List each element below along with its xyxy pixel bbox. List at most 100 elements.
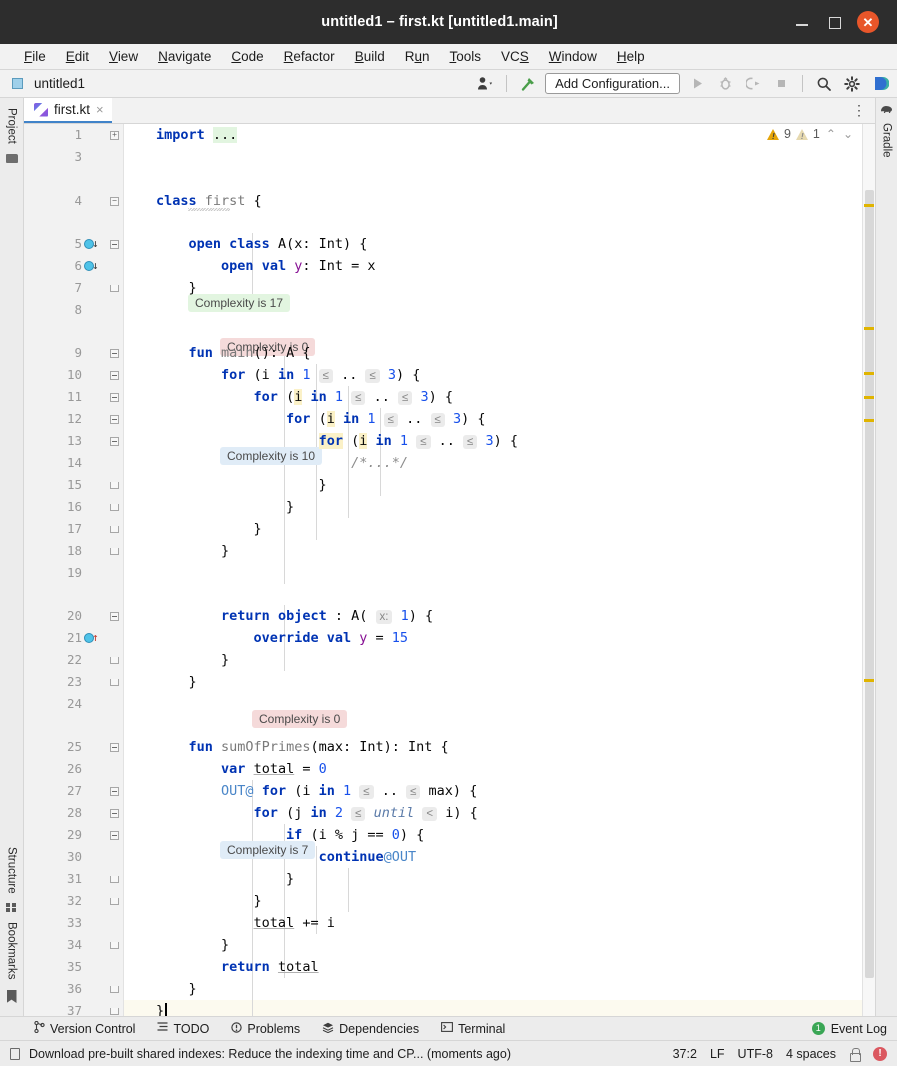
fold-toggle[interactable] — [108, 342, 121, 364]
fold-toggle[interactable] — [108, 233, 121, 255]
gutter-line: 13 — [24, 430, 123, 452]
toolwindow-version-control[interactable]: Version Control — [34, 1020, 135, 1036]
fold-toggle[interactable] — [108, 1000, 121, 1022]
fold-toggle[interactable] — [108, 474, 121, 496]
fold-toggle[interactable] — [108, 496, 121, 518]
sidebar-item-project[interactable]: Project — [6, 103, 18, 149]
chevron-down-icon[interactable]: ⌄ — [842, 127, 854, 141]
toolwindow-problems[interactable]: Problems — [231, 1022, 300, 1036]
overridden-member-icon[interactable]: ↓ — [84, 233, 99, 255]
fold-toggle[interactable] — [108, 649, 121, 671]
line-number: 8 — [74, 302, 82, 317]
build-hammer-icon[interactable] — [517, 73, 539, 95]
stripe-marker[interactable] — [864, 327, 874, 330]
tab-first-kt[interactable]: first.kt × — [24, 98, 112, 123]
toolwindow-todo[interactable]: TODO — [157, 1022, 209, 1036]
fold-toggle[interactable] — [108, 802, 121, 824]
gutter-line: 24 — [24, 693, 123, 715]
fold-toggle[interactable] — [108, 890, 121, 912]
chevron-up-icon[interactable]: ⌃ — [825, 127, 837, 141]
indent-setting[interactable]: 4 spaces — [786, 1047, 836, 1061]
editor-gutter[interactable]: 1 + 3 4− 5 ↓ 6 ↓ 7 8 9 10 11 12 13 14 15 16… — [24, 124, 124, 1018]
menu-window[interactable]: Window — [539, 49, 607, 64]
fold-toggle[interactable]: + — [108, 124, 121, 146]
fold-toggle[interactable] — [108, 824, 121, 846]
settings-gear-icon[interactable] — [841, 73, 863, 95]
debug-icon[interactable] — [714, 73, 736, 95]
event-log-label[interactable]: Event Log — [831, 1022, 887, 1036]
fold-toggle[interactable] — [108, 430, 121, 452]
run-icon[interactable] — [686, 73, 708, 95]
stop-icon[interactable] — [770, 73, 792, 95]
stripe-marker[interactable] — [864, 204, 874, 207]
read-only-lock-icon[interactable] — [849, 1047, 861, 1062]
menu-help[interactable]: Help — [607, 49, 655, 64]
folded-import-region[interactable]: ... — [212, 127, 238, 143]
stripe-marker[interactable] — [864, 679, 874, 682]
fold-toggle[interactable] — [108, 408, 121, 430]
toolwindow-dependencies[interactable]: Dependencies — [322, 1022, 419, 1036]
sidebar-item-gradle[interactable]: Gradle — [881, 120, 893, 158]
run-configuration-button[interactable]: Add Configuration... — [545, 73, 680, 94]
fold-toggle[interactable] — [108, 978, 121, 1000]
maximize-button[interactable] — [825, 13, 843, 31]
menu-navigate[interactable]: Navigate — [148, 49, 221, 64]
menu-tools[interactable]: Tools — [440, 49, 492, 64]
line-number: 34 — [66, 937, 82, 952]
editor-scrollbar-thumb[interactable] — [865, 190, 874, 978]
code-editor[interactable]: 1 + 3 4− 5 ↓ 6 ↓ 7 8 9 10 11 12 13 14 15 16… — [24, 124, 875, 1018]
close-button[interactable]: ✕ — [857, 11, 879, 33]
menu-run[interactable]: Run — [395, 49, 440, 64]
status-message[interactable]: Download pre-built shared indexes: Reduc… — [29, 1047, 511, 1061]
file-encoding[interactable]: UTF-8 — [738, 1047, 773, 1061]
code-text-area[interactable]: Complexity is 17 Complexity is 0 Complex… — [124, 124, 862, 1016]
fold-toggle[interactable] — [108, 736, 121, 758]
overriding-member-icon[interactable]: ↑ — [84, 627, 99, 649]
line-separator[interactable]: LF — [710, 1047, 725, 1061]
overridden-member-icon[interactable]: ↓ — [84, 255, 99, 277]
search-everywhere-icon[interactable] — [813, 73, 835, 95]
code-line-23: } — [156, 674, 197, 690]
fold-toggle[interactable] — [108, 780, 121, 802]
menu-edit[interactable]: Edit — [56, 49, 99, 64]
menu-view[interactable]: View — [99, 49, 148, 64]
menu-vcs[interactable]: VCS — [491, 49, 539, 64]
stripe-marker[interactable] — [864, 419, 874, 422]
fold-toggle[interactable] — [108, 868, 121, 890]
inspections-widget[interactable]: ! 9 ! 1 ⌃ ⌄ — [766, 127, 854, 141]
fold-toggle[interactable] — [108, 671, 121, 693]
fold-toggle[interactable] — [108, 934, 121, 956]
fold-toggle[interactable] — [108, 540, 121, 562]
menu-refactor[interactable]: Refactor — [274, 49, 345, 64]
toolwindow-terminal[interactable]: Terminal — [441, 1022, 505, 1036]
weak-warning-squiggle — [188, 208, 230, 211]
run-coverage-icon[interactable] — [742, 73, 764, 95]
sidebar-item-bookmarks[interactable]: Bookmarks — [6, 917, 18, 985]
error-badge-icon[interactable]: ! — [873, 1046, 887, 1061]
stripe-marker[interactable] — [864, 396, 874, 399]
fold-toggle[interactable] — [108, 386, 121, 408]
ide-assistant-icon[interactable] — [869, 73, 891, 95]
minimize-button[interactable] — [793, 13, 811, 31]
event-log-group[interactable]: 1 Event Log — [811, 1022, 887, 1036]
fold-toggle[interactable] — [108, 277, 121, 299]
fold-toggle[interactable] — [108, 364, 121, 386]
error-stripe[interactable] — [862, 124, 875, 1016]
menu-build[interactable]: Build — [345, 49, 395, 64]
menu-file[interactable]: File — [14, 49, 56, 64]
gutter-line: 32 — [24, 890, 123, 912]
user-avatar-dropdown-icon[interactable] — [474, 73, 496, 95]
code-line-13: for (i in 1 ≤ .. ≤ 3) { — [318, 433, 518, 449]
stripe-marker[interactable] — [864, 372, 874, 375]
notification-icon — [10, 1047, 20, 1060]
fold-toggle[interactable]: − — [108, 190, 121, 212]
menu-code[interactable]: Code — [221, 49, 273, 64]
editor-options-icon[interactable]: ⋮ — [843, 98, 875, 123]
sidebar-item-structure[interactable]: Structure — [6, 842, 18, 899]
caret-position[interactable]: 37:2 — [673, 1047, 697, 1061]
breadcrumb[interactable]: untitled1 — [34, 76, 85, 91]
fold-toggle[interactable] — [108, 605, 121, 627]
fold-toggle[interactable] — [108, 518, 121, 540]
close-icon[interactable]: × — [96, 103, 104, 116]
gutter-line: 18 — [24, 540, 123, 562]
